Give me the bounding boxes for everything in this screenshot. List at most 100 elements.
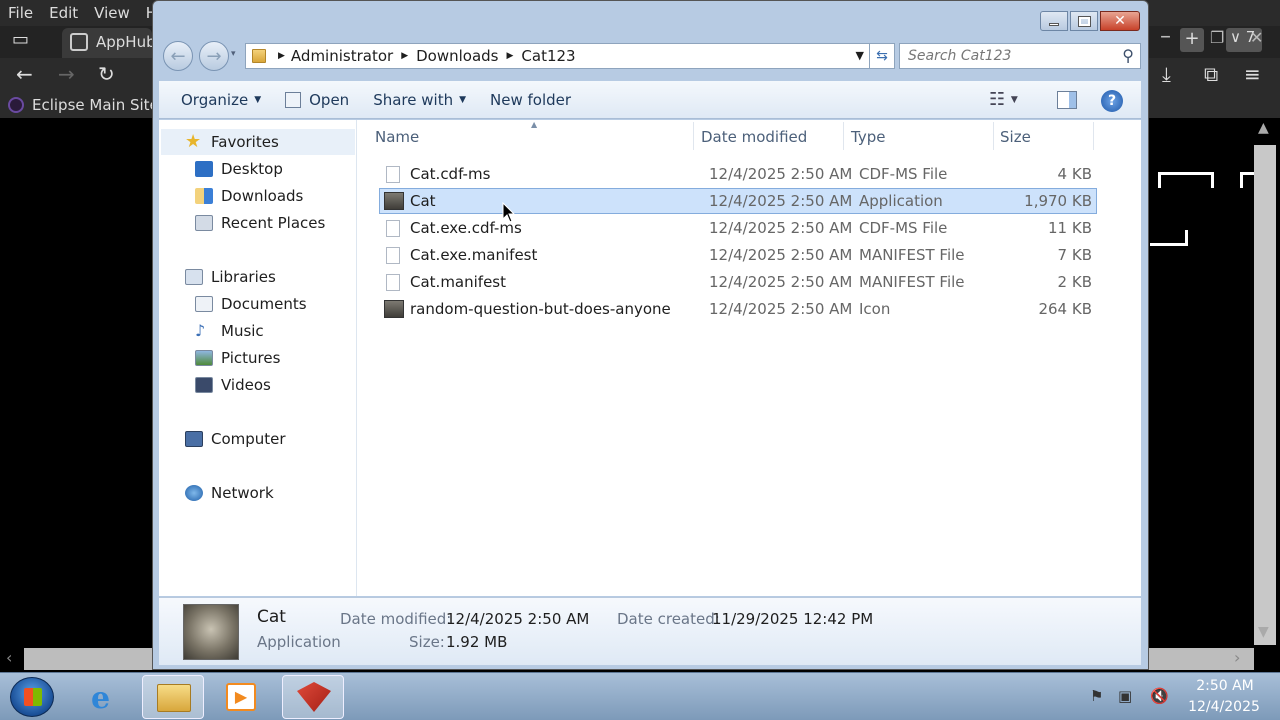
clock-date[interactable]: 12/4/2025 <box>1184 699 1264 715</box>
search-icon[interactable]: ⚲ <box>1122 46 1134 65</box>
taskbar-app[interactable] <box>282 675 344 719</box>
file-row[interactable]: Cat 12/4/2025 2:50 AM Application 1,970 … <box>379 188 1097 214</box>
column-divider <box>693 122 694 150</box>
nav-videos[interactable]: Videos <box>195 373 271 397</box>
menu-icon[interactable]: ≡ <box>1244 62 1261 86</box>
column-header-date[interactable]: Date modified <box>701 128 807 146</box>
recent-pages-icon[interactable]: ▾ <box>231 49 236 59</box>
chevron-right-icon[interactable]: ▶ <box>278 51 285 61</box>
clock-time[interactable]: 2:50 AM <box>1190 678 1260 694</box>
forward-icon[interactable]: → <box>58 62 75 86</box>
extensions-icon[interactable]: ⧉ <box>1204 62 1218 86</box>
column-divider <box>843 122 844 150</box>
start-button[interactable] <box>10 677 54 717</box>
taskbar-media[interactable]: ▶ <box>210 675 272 719</box>
breadcrumb-item[interactable]: Downloads <box>416 47 498 65</box>
chevron-down-icon[interactable]: ▼ <box>856 49 864 62</box>
nav-label: Videos <box>221 376 271 394</box>
computer-icon <box>185 431 203 447</box>
mouse-cursor-icon <box>502 202 516 223</box>
file-name: random-question-but-does-anyone <box>410 300 671 318</box>
forward-button[interactable]: → <box>199 41 229 71</box>
nav-music[interactable]: ♪ Music <box>195 319 264 343</box>
volume-muted-icon[interactable]: 🔇 <box>1150 687 1169 705</box>
nav-documents[interactable]: Documents <box>195 292 307 316</box>
chevron-down-icon: ▼ <box>459 94 467 105</box>
scroll-up-icon[interactable]: ▲ <box>1258 120 1269 136</box>
preview-pane-icon[interactable] <box>1057 91 1077 109</box>
nav-pictures[interactable]: Pictures <box>195 346 280 370</box>
file-list: ▲ Name Date modified Type Size Cat.cdf-m… <box>359 120 1141 596</box>
column-header-size[interactable]: Size <box>1000 128 1031 146</box>
file-name: Cat.cdf-ms <box>410 165 491 183</box>
scroll-down-icon[interactable]: ▼ <box>1258 624 1269 640</box>
help-icon[interactable]: ? <box>1101 90 1123 112</box>
address-bar[interactable]: ▶ Administrator ▶ Downloads ▶ Cat123 ▼ <box>245 43 871 69</box>
chevron-right-icon[interactable]: ▶ <box>507 51 514 61</box>
nav-network[interactable]: Network <box>185 481 274 505</box>
breadcrumb-item[interactable]: Administrator <box>291 47 393 65</box>
music-icon: ♪ <box>195 321 206 340</box>
minimize-button[interactable] <box>1040 11 1068 31</box>
page-graphic <box>1240 172 1254 188</box>
forward-arrow-icon: → <box>206 45 222 67</box>
maximize-button[interactable] <box>1070 11 1098 31</box>
tab-overview-icon[interactable]: ▭ <box>12 29 29 50</box>
browser-tab[interactable]: AppHub <box>62 28 156 58</box>
file-row[interactable]: Cat.exe.manifest 12/4/2025 2:50 AM MANIF… <box>379 242 1097 268</box>
file-size: 4 KB <box>1057 165 1092 183</box>
organize-button[interactable]: Organize ▼ <box>159 85 273 115</box>
close-button[interactable]: ✕ <box>1100 11 1140 31</box>
minimize-icon[interactable]: – <box>1160 24 1171 49</box>
column-header-name[interactable]: Name <box>375 128 419 146</box>
menu-file[interactable]: File <box>8 4 33 22</box>
file-row[interactable]: Cat.exe.cdf-ms 12/4/2025 2:50 AM CDF-MS … <box>379 215 1097 241</box>
open-icon <box>285 91 302 108</box>
minimize-icon <box>1049 23 1059 26</box>
search-placeholder: Search Cat123 <box>908 48 1012 64</box>
refresh-button[interactable]: ⇆ <box>869 43 895 69</box>
menu-view[interactable]: View <box>94 4 130 22</box>
file-size: 264 KB <box>1038 300 1092 318</box>
download-icon[interactable]: ⤓ <box>1162 62 1171 86</box>
nav-favorites[interactable]: ★ Favorites <box>185 130 279 154</box>
open-button[interactable]: Open <box>273 85 361 115</box>
back-button[interactable]: ← <box>163 41 193 71</box>
breadcrumb-item[interactable]: Cat123 <box>521 47 575 65</box>
command-bar: Organize ▼ Open Share with ▼ New folder ☷ … <box>159 81 1141 119</box>
close-icon[interactable]: ✕ <box>1250 28 1263 47</box>
taskbar-ie[interactable]: e <box>76 675 138 719</box>
nav-computer[interactable]: Computer <box>185 427 286 451</box>
scroll-right-icon[interactable]: › <box>1234 648 1240 667</box>
refresh-icon: ⇆ <box>876 48 888 64</box>
file-icon <box>386 274 400 291</box>
back-icon[interactable]: ← <box>16 62 33 86</box>
search-input[interactable]: Search Cat123 ⚲ <box>899 43 1141 69</box>
vertical-scrollbar[interactable] <box>1254 145 1276 645</box>
restore-icon[interactable]: ❐ <box>1210 28 1224 47</box>
nav-downloads[interactable]: Downloads <box>195 184 303 208</box>
nav-libraries[interactable]: Libraries <box>185 265 276 289</box>
date-created-value: 11/29/2025 12:42 PM <box>712 610 874 628</box>
file-row[interactable]: random-question-but-does-anyone 12/4/202… <box>379 296 1097 322</box>
organize-label: Organize <box>181 90 249 109</box>
network-status-icon[interactable]: ▣ <box>1118 687 1132 705</box>
bookmark-eclipse[interactable]: Eclipse Main Site <box>32 96 159 114</box>
action-center-icon[interactable]: ⚑ <box>1090 687 1103 705</box>
nav-recent-places[interactable]: Recent Places <box>195 211 325 235</box>
navigation-pane: ★ Favorites Desktop Downloads Recent Plac… <box>159 120 357 596</box>
taskbar-explorer[interactable] <box>142 675 204 719</box>
nav-desktop[interactable]: Desktop <box>195 157 283 181</box>
new-tab-icon[interactable]: + <box>1180 28 1204 52</box>
new-folder-button[interactable]: New folder <box>478 85 583 115</box>
menu-edit[interactable]: Edit <box>49 4 78 22</box>
share-with-button[interactable]: Share with ▼ <box>361 85 478 115</box>
view-options-icon[interactable]: ☷ ▼ <box>989 89 1018 110</box>
reload-icon[interactable]: ↻ <box>98 62 115 86</box>
scroll-left-icon[interactable]: ‹ <box>6 648 12 667</box>
file-row[interactable]: Cat.manifest 12/4/2025 2:50 AM MANIFEST … <box>379 269 1097 295</box>
file-row[interactable]: Cat.cdf-ms 12/4/2025 2:50 AM CDF-MS File… <box>379 161 1097 187</box>
column-header-type[interactable]: Type <box>851 128 885 146</box>
chevron-right-icon[interactable]: ▶ <box>401 51 408 61</box>
eclipse-icon <box>8 97 24 113</box>
